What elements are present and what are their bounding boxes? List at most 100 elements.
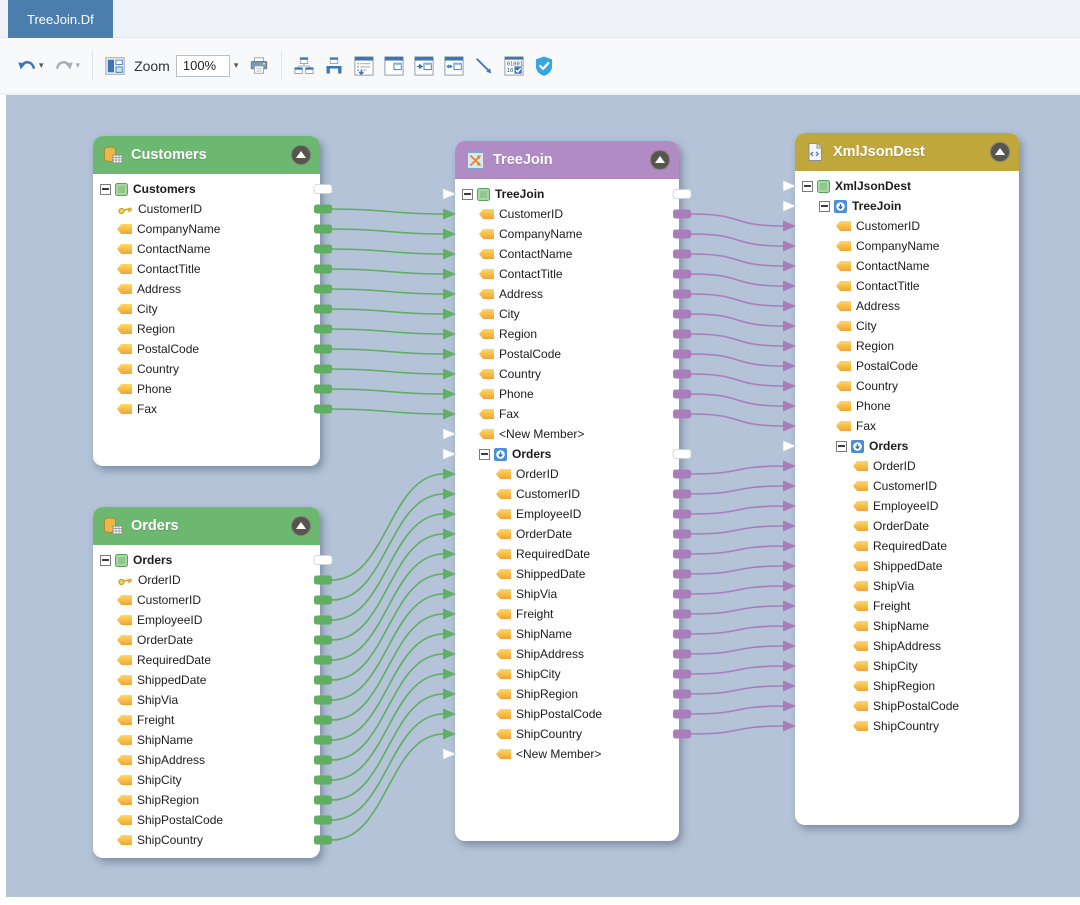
connection-wire[interactable] bbox=[332, 694, 444, 800]
expander-icon[interactable] bbox=[100, 184, 111, 195]
tree-row[interactable]: ShipRegion bbox=[795, 676, 1019, 696]
connection-wire[interactable] bbox=[691, 394, 784, 406]
tree-row[interactable]: Freight bbox=[93, 710, 320, 730]
tree-row[interactable]: CompanyName bbox=[93, 219, 320, 239]
tree-row[interactable]: OrderID bbox=[795, 456, 1019, 476]
tree-row[interactable]: ShipPostalCode bbox=[455, 704, 679, 724]
tree-row[interactable]: Address bbox=[93, 279, 320, 299]
zoom-combobox[interactable]: 100% bbox=[176, 55, 230, 77]
connection-wire[interactable] bbox=[332, 634, 444, 740]
collapse-button[interactable] bbox=[990, 142, 1010, 162]
tree-row[interactable]: ShipPostalCode bbox=[795, 696, 1019, 716]
resize-mapping-panel-button[interactable] bbox=[441, 53, 467, 79]
tree-row[interactable]: ShipVia bbox=[455, 584, 679, 604]
tree-row[interactable]: Region bbox=[93, 319, 320, 339]
tree-row[interactable]: ShippedDate bbox=[93, 670, 320, 690]
expander-icon[interactable] bbox=[802, 181, 813, 192]
tree-row[interactable]: City bbox=[93, 299, 320, 319]
tree-row[interactable]: ShipCountry bbox=[93, 830, 320, 850]
connection-wire[interactable] bbox=[691, 686, 784, 694]
tree-row[interactable]: CustomerID bbox=[93, 590, 320, 610]
tree-row[interactable]: City bbox=[455, 304, 679, 324]
auto-layout-tree-button[interactable] bbox=[291, 53, 317, 79]
tree-row[interactable]: ShipCity bbox=[93, 770, 320, 790]
destination-panel-button[interactable] bbox=[381, 53, 407, 79]
tree-row[interactable]: Country bbox=[93, 359, 320, 379]
connection-wire[interactable] bbox=[332, 229, 444, 234]
undo-button[interactable]: ▾ bbox=[14, 53, 47, 79]
connection-wire[interactable] bbox=[691, 606, 784, 614]
connection-wire[interactable] bbox=[691, 506, 784, 514]
print-button[interactable] bbox=[246, 53, 272, 79]
node-header[interactable]: Customers bbox=[93, 136, 320, 174]
tree-row[interactable]: ShipCity bbox=[795, 656, 1019, 676]
tree-row[interactable]: RequiredDate bbox=[795, 536, 1019, 556]
zoom-dropdown-caret[interactable]: ▾ bbox=[234, 60, 239, 71]
expander-icon[interactable] bbox=[100, 555, 111, 566]
tree-row[interactable]: OrderDate bbox=[455, 524, 679, 544]
connection-wire[interactable] bbox=[691, 566, 784, 574]
collapse-button[interactable] bbox=[650, 150, 670, 170]
tree-row[interactable]: CustomerID bbox=[795, 476, 1019, 496]
tree-row[interactable]: <New Member> bbox=[455, 744, 679, 764]
connection-wire[interactable] bbox=[691, 314, 784, 326]
tree-row[interactable]: EmployeeID bbox=[455, 504, 679, 524]
tree-row[interactable]: ShipName bbox=[93, 730, 320, 750]
connection-wire[interactable] bbox=[332, 409, 444, 414]
redo-button[interactable]: ▾ bbox=[51, 53, 84, 79]
tree-row[interactable]: PostalCode bbox=[795, 356, 1019, 376]
tree-row[interactable]: ContactName bbox=[795, 256, 1019, 276]
connection-wire[interactable] bbox=[691, 234, 784, 246]
tree-row[interactable]: Phone bbox=[93, 379, 320, 399]
expander-icon[interactable] bbox=[836, 441, 847, 452]
connection-wire[interactable] bbox=[332, 714, 444, 820]
connection-wire[interactable] bbox=[691, 274, 784, 286]
validate-data-button[interactable]: 0100110 bbox=[501, 53, 527, 79]
tree-row[interactable]: RequiredDate bbox=[455, 544, 679, 564]
undo-dropdown-caret[interactable]: ▾ bbox=[39, 60, 44, 71]
connection-wire[interactable] bbox=[332, 349, 444, 354]
connection-wire[interactable] bbox=[332, 369, 444, 374]
tree-row[interactable]: ContactName bbox=[93, 239, 320, 259]
tree-row[interactable]: Region bbox=[795, 336, 1019, 356]
tree-row[interactable]: ShipCountry bbox=[455, 724, 679, 744]
tree-row[interactable]: ShipName bbox=[795, 616, 1019, 636]
connection-wire[interactable] bbox=[332, 674, 444, 780]
tree-row[interactable]: ShipCity bbox=[455, 664, 679, 684]
connection-wire[interactable] bbox=[332, 654, 444, 760]
tree-row[interactable]: Orders bbox=[455, 444, 679, 464]
tree-row[interactable]: OrderDate bbox=[93, 630, 320, 650]
connection-wire[interactable] bbox=[332, 309, 444, 314]
tree-row[interactable]: ShipRegion bbox=[93, 790, 320, 810]
tree-row[interactable]: Country bbox=[795, 376, 1019, 396]
redo-dropdown-caret[interactable]: ▾ bbox=[76, 60, 81, 71]
connection-wire[interactable] bbox=[332, 594, 444, 700]
tree-row[interactable]: ContactName bbox=[455, 244, 679, 264]
connection-wire[interactable] bbox=[691, 254, 784, 266]
tree-row[interactable]: ShippedDate bbox=[455, 564, 679, 584]
tree-row[interactable]: Address bbox=[795, 296, 1019, 316]
connection-wire[interactable] bbox=[691, 726, 784, 734]
tree-row[interactable]: CustomerID bbox=[93, 199, 320, 219]
tree-row[interactable]: EmployeeID bbox=[795, 496, 1019, 516]
tree-row[interactable]: XmlJsonDest bbox=[795, 176, 1019, 196]
tree-row[interactable]: ShipPostalCode bbox=[93, 810, 320, 830]
tab-treejoin-df[interactable]: TreeJoin.Df bbox=[8, 0, 113, 38]
connection-wire[interactable] bbox=[691, 334, 784, 346]
tree-row[interactable]: PostalCode bbox=[93, 339, 320, 359]
connection-wire[interactable] bbox=[691, 294, 784, 306]
connection-wire[interactable] bbox=[691, 414, 784, 426]
member-list-button[interactable] bbox=[351, 53, 377, 79]
tree-row[interactable]: ShipName bbox=[455, 624, 679, 644]
tree-row[interactable]: CompanyName bbox=[795, 236, 1019, 256]
tree-row[interactable]: Orders bbox=[93, 550, 320, 570]
tree-row[interactable]: Fax bbox=[795, 416, 1019, 436]
connection-wire[interactable] bbox=[691, 374, 784, 386]
tree-row[interactable]: ContactTitle bbox=[795, 276, 1019, 296]
connection-wire[interactable] bbox=[332, 554, 444, 660]
node-orders[interactable]: OrdersOrdersOrderIDCustomerIDEmployeeIDO… bbox=[93, 507, 320, 858]
tree-row[interactable]: RequiredDate bbox=[93, 650, 320, 670]
connection-wire[interactable] bbox=[691, 666, 784, 674]
tree-row[interactable]: ContactTitle bbox=[455, 264, 679, 284]
tree-row[interactable]: ShippedDate bbox=[795, 556, 1019, 576]
